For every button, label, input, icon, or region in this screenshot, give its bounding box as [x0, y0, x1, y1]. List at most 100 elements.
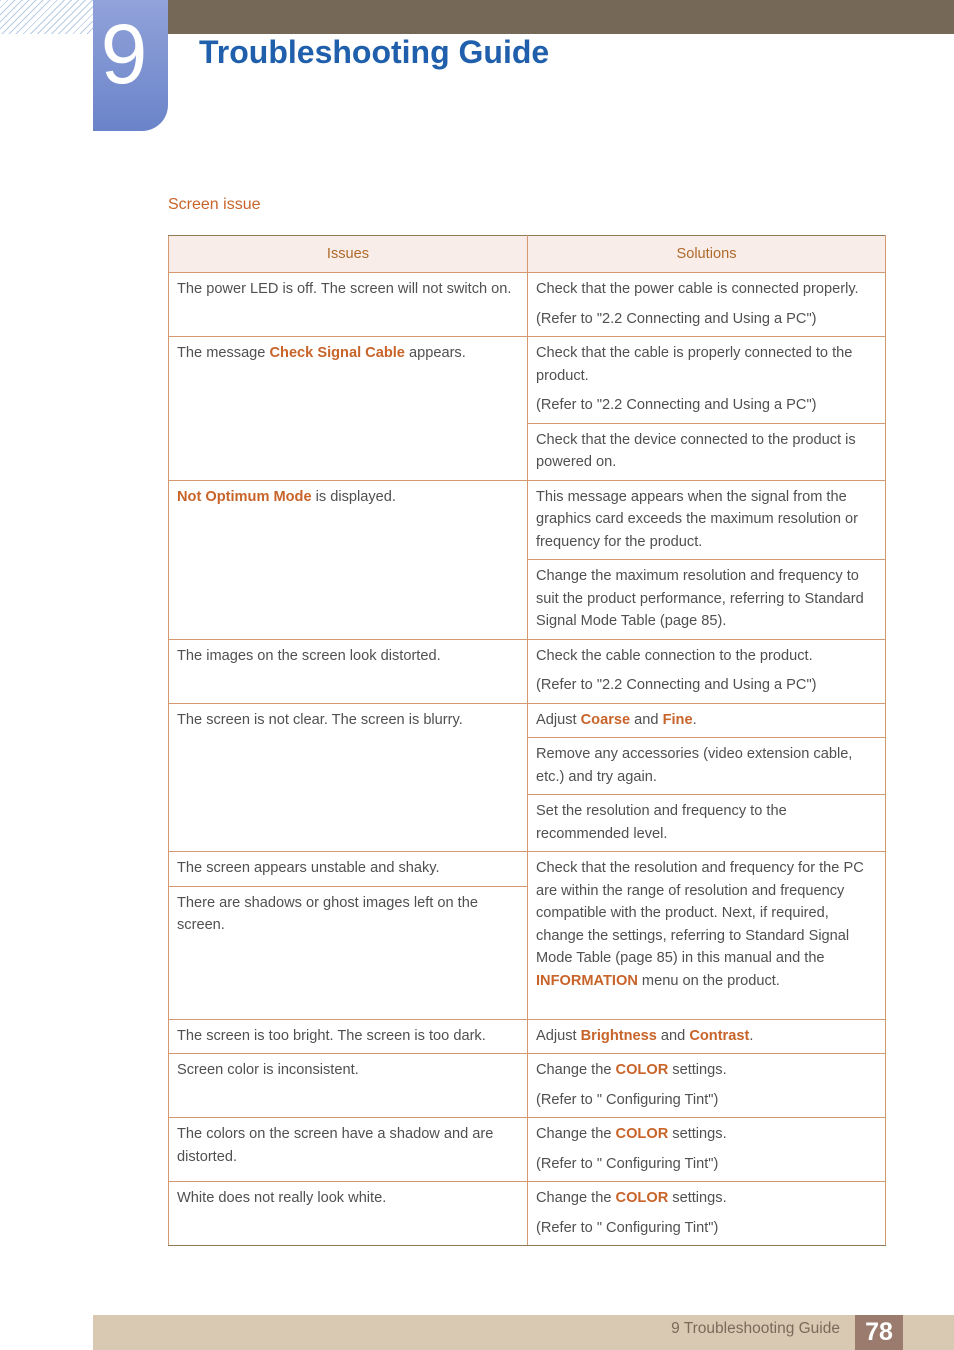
text-run: menu on the product.	[637, 972, 780, 989]
issue-cell: The screen is too bright. The screen is …	[168, 1018, 528, 1054]
text-run: There are shadows or ghost images left o…	[177, 894, 478, 934]
highlighted-term: COLOR	[615, 1190, 669, 1206]
highlighted-term: Brightness	[580, 1027, 657, 1044]
cell-paragraph: Screen color is inconsistent.	[177, 1059, 519, 1082]
issue-cell: Not Optimum Mode is displayed.	[168, 479, 528, 640]
cell-paragraph: The power LED is off. The screen will no…	[177, 278, 519, 301]
cell-paragraph: Set the resolution and frequency to the …	[536, 800, 877, 845]
text-run: The screen is too bright. The screen is …	[177, 1027, 486, 1044]
text-run: The images on the screen look distorted.	[177, 647, 441, 664]
text-run: (Refer to "2.2 Connecting and Using a PC…	[536, 310, 817, 327]
cell-paragraph: (Refer to " Configuring Tint")	[536, 1217, 877, 1240]
solution-cell: Check the cable connection to the produc…	[527, 638, 886, 704]
text-run: Adjust	[536, 1027, 581, 1044]
text-run: Change the	[536, 1126, 616, 1142]
table-body: The power LED is off. The screen will no…	[168, 272, 886, 1246]
issue-cell: The images on the screen look distorted.	[168, 638, 528, 704]
text-run: Check that the device connected to the p…	[536, 431, 856, 471]
text-run: is displayed.	[311, 488, 396, 505]
text-run: Check that the cable is properly connect…	[536, 345, 853, 384]
text-run: The screen appears unstable and shaky.	[177, 860, 440, 876]
text-run: Check that the resolution and frequency …	[536, 860, 864, 966]
text-run: Adjust	[536, 711, 581, 728]
text-run: settings.	[668, 1190, 727, 1206]
text-run: Remove any accessories (video extension …	[536, 746, 853, 785]
table-row: White does not really look white. Change …	[168, 1181, 886, 1246]
text-run: White does not really look white.	[177, 1190, 387, 1206]
text-run: (Refer to " Configuring Tint")	[536, 1219, 719, 1236]
cell-paragraph: White does not really look white.	[177, 1187, 519, 1210]
highlighted-term: Not Optimum Mode	[177, 488, 312, 505]
table-row: The screen is not clear. The screen is b…	[168, 702, 886, 852]
highlighted-term: Contrast	[689, 1027, 750, 1044]
text-run: Change the maximum resolution and freque…	[536, 568, 864, 629]
cell-paragraph: Adjust Brightness and Contrast.	[536, 1025, 877, 1048]
text-run: Check that the power cable is connected …	[536, 281, 859, 297]
solution-cell: Check that the power cable is connected …	[527, 272, 886, 337]
highlighted-term: INFORMATION	[536, 972, 638, 989]
cell-paragraph: The colors on the screen have a shadow a…	[177, 1123, 519, 1168]
highlighted-term: COLOR	[615, 1062, 669, 1078]
table-row: The colors on the screen have a shadow a…	[168, 1117, 886, 1182]
text-run: Screen color is inconsistent.	[177, 1062, 359, 1078]
table-row: Screen color is inconsistent. Change the …	[168, 1053, 886, 1118]
issue-cell: There are shadows or ghost images left o…	[168, 885, 528, 1020]
text-run: .	[692, 711, 697, 728]
highlighted-term: Check Signal Cable	[269, 345, 405, 361]
text-run: (Refer to " Configuring Tint")	[536, 1155, 719, 1172]
cell-paragraph: The screen is too bright. The screen is …	[177, 1025, 519, 1048]
issue-cell: The message Check Signal Cable appears.	[168, 336, 528, 481]
solution-cell: Remove any accessories (video extension …	[527, 737, 886, 795]
table-row: The screen is too bright. The screen is …	[168, 1018, 886, 1054]
cell-paragraph: Check that the resolution and frequency …	[536, 857, 877, 992]
text-run: (Refer to "2.2 Connecting and Using a PC…	[536, 397, 817, 413]
solution-cell: Set the resolution and frequency to the …	[527, 794, 886, 852]
cell-paragraph: (Refer to "2.2 Connecting and Using a PC…	[536, 308, 877, 331]
solution-cell: Check that the cable is properly connect…	[527, 336, 886, 424]
page-title: Troubleshooting Guide	[199, 34, 550, 70]
cell-paragraph: (Refer to "2.2 Connecting and Using a PC…	[536, 674, 877, 697]
text-run: settings.	[668, 1062, 727, 1078]
solution-cell: Adjust Brightness and Contrast.	[527, 1018, 886, 1054]
cell-paragraph: There are shadows or ghost images left o…	[177, 892, 519, 937]
cell-paragraph: The screen is not clear. The screen is b…	[177, 709, 519, 732]
cell-paragraph: (Refer to "2.2 Connecting and Using a PC…	[536, 394, 877, 417]
page-number: 78	[855, 1315, 903, 1350]
cell-paragraph: The screen appears unstable and shaky.	[177, 857, 519, 880]
cell-paragraph: Remove any accessories (video extension …	[536, 743, 877, 788]
text-run: The screen is not clear. The screen is b…	[177, 711, 463, 728]
text-run: Change the	[536, 1062, 616, 1078]
solution-cell: Change the COLOR settings. (Refer to " Co…	[527, 1053, 886, 1118]
troubleshooting-table: Issues Solutions The power LED is off. T…	[168, 235, 886, 1246]
cell-paragraph: This message appears when the signal fro…	[536, 486, 877, 554]
text-run: and	[630, 711, 663, 728]
solution-cell: Check that the device connected to the p…	[527, 422, 886, 481]
text-run: The power LED is off. The screen will no…	[177, 281, 512, 297]
issue-cell: The screen appears unstable and shaky.	[168, 851, 528, 887]
footer-chapter-label: 9 Troubleshooting Guide	[671, 1320, 840, 1337]
table-row: The images on the screen look distorted.…	[168, 638, 886, 704]
solution-cell: Adjust Coarse and Fine.	[527, 702, 886, 738]
issue-cell: The power LED is off. The screen will no…	[168, 272, 528, 337]
cell-paragraph: Check that the power cable is connected …	[536, 278, 877, 301]
cell-paragraph: Check that the device connected to the p…	[536, 429, 877, 474]
text-run: Check the cable connection to the produc…	[536, 647, 813, 664]
issue-cell: The colors on the screen have a shadow a…	[168, 1117, 528, 1182]
table-row: The power LED is off. The screen will no…	[168, 272, 886, 337]
decorative-stripes	[0, 0, 93, 34]
text-run: (Refer to "2.2 Connecting and Using a PC…	[536, 677, 817, 693]
solution-cell: This message appears when the signal fro…	[527, 479, 886, 560]
cell-paragraph: Change the COLOR settings.	[536, 1187, 877, 1210]
solution-cell: Change the COLOR settings. (Refer to " Co…	[527, 1117, 886, 1182]
column-header-solutions: Solutions	[527, 235, 886, 273]
text-run: Set the resolution and frequency to the …	[536, 803, 787, 842]
cell-paragraph: (Refer to " Configuring Tint")	[536, 1089, 877, 1112]
column-header-issues: Issues	[168, 235, 528, 273]
table-row: Not Optimum Mode is displayed. This messa…	[168, 479, 886, 640]
text-run: appears.	[404, 345, 466, 361]
issue-cell: Screen color is inconsistent.	[168, 1053, 528, 1118]
solution-cell: Change the maximum resolution and freque…	[527, 559, 886, 640]
solution-cell: Check that the resolution and frequency …	[527, 851, 886, 1020]
cell-paragraph: Check the cable connection to the produc…	[536, 645, 877, 668]
highlighted-term: Fine	[662, 711, 693, 728]
